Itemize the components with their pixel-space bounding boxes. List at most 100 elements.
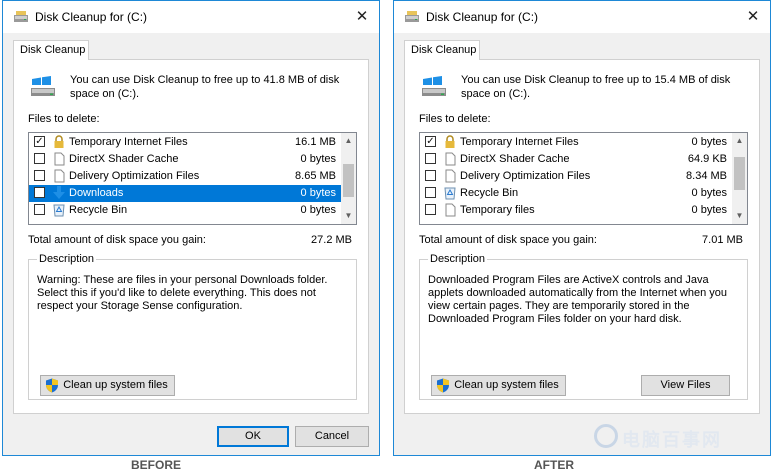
file-size: 8.34 MB (686, 170, 727, 182)
file-icon (54, 169, 65, 183)
file-icon (445, 152, 456, 166)
checkbox[interactable]: ✓ (34, 136, 45, 147)
file-size: 0 bytes (300, 204, 336, 216)
caption-after: AFTER (534, 458, 574, 472)
caption-before: BEFORE (131, 458, 182, 472)
scroll-down-icon[interactable]: ▼ (341, 209, 356, 223)
file-icon (445, 203, 456, 217)
clean-up-system-files-button[interactable]: Clean up system files (431, 375, 566, 396)
description-label: Description (37, 253, 97, 265)
intro-text: You can use Disk Cleanup to free up to 4… (70, 74, 340, 100)
files-to-delete-label: Files to delete: (419, 113, 491, 125)
file-name: Delivery Optimization Files (69, 170, 200, 182)
watermark-logo-icon (594, 424, 618, 448)
window-title: Disk Cleanup for (C:) (35, 10, 148, 24)
list-item[interactable]: ✓ Temporary Internet Files 0 bytes (420, 134, 733, 151)
watermark-text: 电脑百事网 (622, 430, 722, 450)
uac-shield-icon (437, 378, 449, 393)
tab-disk-cleanup[interactable]: Disk Cleanup (13, 40, 89, 60)
title-bar[interactable]: Disk Cleanup for (C:) ✕ (3, 1, 379, 33)
disk-cleanup-window-after: Disk Cleanup for (C:) ✕ Disk Cleanup You… (393, 0, 771, 456)
vertical-scrollbar[interactable]: ▲ ▼ (341, 133, 356, 224)
download-arrow-icon (53, 186, 65, 199)
list-item[interactable]: ✓ Temporary Internet Files 16.1 MB (29, 134, 342, 151)
file-size: 0 bytes (691, 204, 727, 216)
checkbox[interactable] (425, 204, 436, 215)
title-bar[interactable]: Disk Cleanup for (C:) ✕ (394, 1, 770, 33)
checkbox[interactable] (34, 170, 45, 181)
ok-button[interactable]: OK (217, 426, 289, 447)
disk-cleanup-app-icon (14, 11, 28, 22)
description-group: Description Downloaded Program Files are… (419, 253, 748, 400)
vertical-scrollbar[interactable]: ▲ ▼ (732, 133, 747, 224)
file-name: Recycle Bin (69, 204, 128, 216)
tab-panel: You can use Disk Cleanup to free up to 1… (404, 59, 760, 414)
file-name: DirectX Shader Cache (460, 153, 570, 165)
file-size: 0 bytes (691, 187, 727, 199)
total-gain-value: 27.2 MB (311, 234, 352, 246)
file-size: 16.1 MB (295, 136, 336, 148)
button-label: Clean up system files (63, 379, 168, 391)
list-item[interactable]: Delivery Optimization Files 8.34 MB (420, 168, 733, 185)
file-size: 0 bytes (691, 136, 727, 148)
file-size: 8.65 MB (295, 170, 336, 182)
file-name: Recycle Bin (460, 187, 519, 199)
scroll-thumb[interactable] (343, 164, 354, 197)
checkbox[interactable] (425, 187, 436, 198)
file-name: Downloads (69, 187, 124, 199)
recycle-bin-icon (444, 187, 456, 200)
file-name: Temporary files (460, 204, 535, 216)
description-text: Downloaded Program Files are ActiveX con… (428, 274, 728, 325)
scroll-up-icon[interactable]: ▲ (732, 134, 747, 148)
lock-icon (445, 135, 455, 148)
file-name: Delivery Optimization Files (460, 170, 591, 182)
scroll-thumb[interactable] (734, 157, 745, 190)
checkbox[interactable] (425, 170, 436, 181)
file-size: 0 bytes (300, 153, 336, 165)
close-icon[interactable]: ✕ (736, 1, 770, 33)
watermark: 电脑百事网 (594, 420, 764, 454)
checkbox[interactable] (34, 153, 45, 164)
tab-disk-cleanup[interactable]: Disk Cleanup (404, 40, 480, 60)
intro-text: You can use Disk Cleanup to free up to 1… (461, 74, 731, 100)
file-size: 64.9 KB (687, 153, 727, 165)
files-list[interactable]: ✓ Temporary Internet Files 16.1 MB Direc… (28, 132, 357, 225)
file-size: 0 bytes (300, 187, 336, 199)
view-files-button[interactable]: View Files (641, 375, 730, 396)
list-item[interactable]: Recycle Bin 0 bytes (420, 185, 733, 202)
file-name: Temporary Internet Files (460, 136, 579, 148)
disk-cleanup-window-before: Disk Cleanup for (C:) ✕ Disk Cleanup You… (2, 0, 380, 456)
recycle-bin-icon (53, 204, 65, 217)
scroll-down-icon[interactable]: ▼ (732, 209, 747, 223)
drive-icon (422, 76, 446, 96)
checkbox[interactable] (34, 204, 45, 215)
list-item[interactable]: Delivery Optimization Files 8.65 MB (29, 168, 342, 185)
cancel-button[interactable]: Cancel (295, 426, 369, 447)
window-title: Disk Cleanup for (C:) (426, 10, 539, 24)
list-item[interactable]: Temporary files 0 bytes (420, 202, 733, 219)
file-name: Temporary Internet Files (69, 136, 188, 148)
checkbox[interactable]: ✓ (425, 136, 436, 147)
total-gain-value: 7.01 MB (702, 234, 743, 246)
description-label: Description (428, 253, 488, 265)
drive-icon (31, 76, 55, 96)
close-icon[interactable]: ✕ (345, 1, 379, 33)
list-item[interactable]: DirectX Shader Cache 0 bytes (29, 151, 342, 168)
total-gain-label: Total amount of disk space you gain: (28, 234, 206, 246)
tab-panel: You can use Disk Cleanup to free up to 4… (13, 59, 369, 414)
file-icon (54, 152, 65, 166)
lock-icon (54, 135, 64, 148)
files-to-delete-label: Files to delete: (28, 113, 100, 125)
clean-up-system-files-button[interactable]: Clean up system files (40, 375, 175, 396)
list-item-selected[interactable]: Downloads 0 bytes (29, 185, 342, 202)
total-gain-label: Total amount of disk space you gain: (419, 234, 597, 246)
checkbox[interactable] (425, 153, 436, 164)
list-item[interactable]: DirectX Shader Cache 64.9 KB (420, 151, 733, 168)
button-label: Clean up system files (454, 379, 559, 391)
scroll-up-icon[interactable]: ▲ (341, 134, 356, 148)
description-text: Warning: These are files in your persona… (37, 274, 328, 312)
files-list[interactable]: ✓ Temporary Internet Files 0 bytes Direc… (419, 132, 748, 225)
checkbox[interactable] (34, 187, 45, 198)
list-item[interactable]: Recycle Bin 0 bytes (29, 202, 342, 219)
disk-cleanup-app-icon (405, 11, 419, 22)
